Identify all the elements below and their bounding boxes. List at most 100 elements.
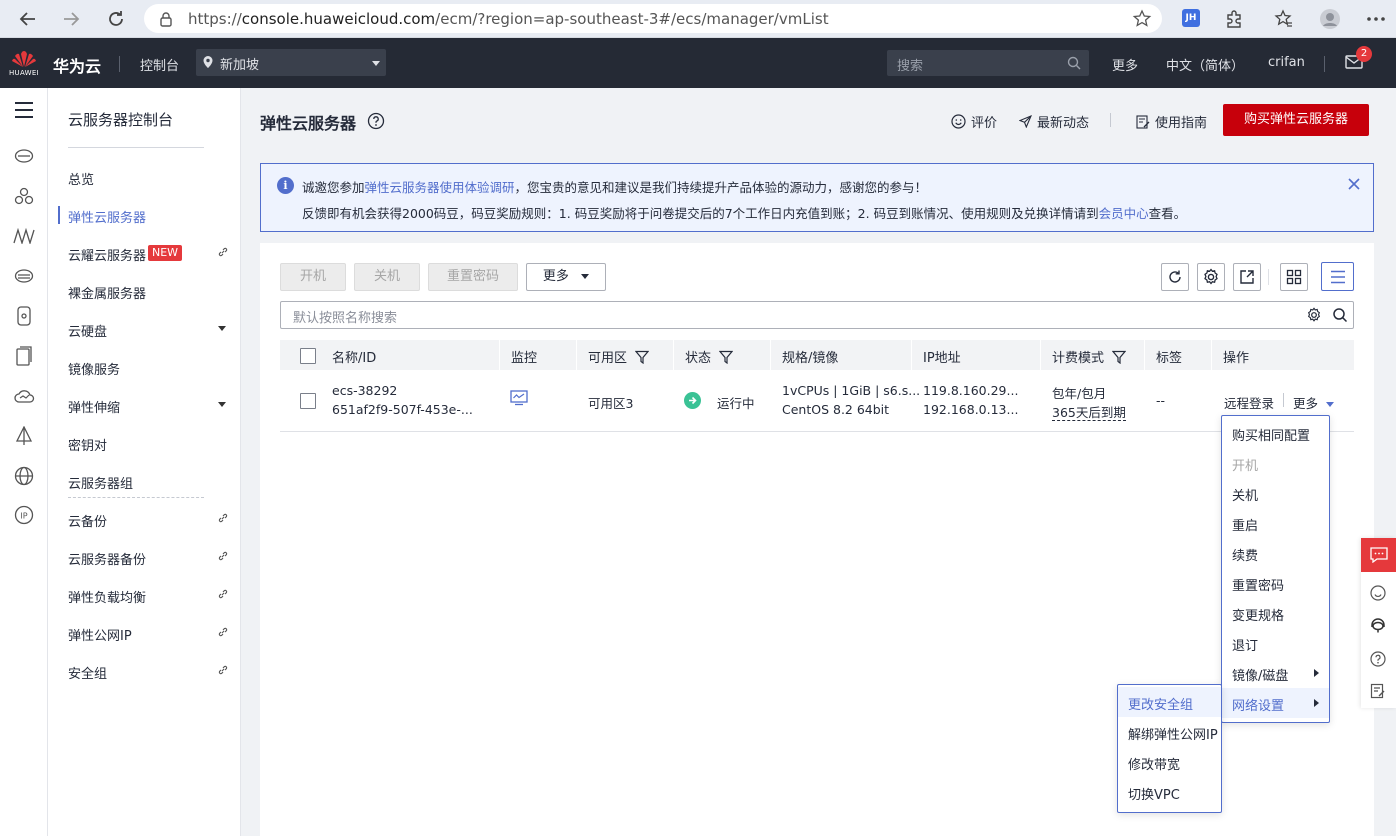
member-center-link[interactable]: 会员中心 <box>1099 206 1149 221</box>
menu-item-modify-bandwidth[interactable]: 修改带宽 <box>1118 747 1221 777</box>
search-settings-icon[interactable] <box>1306 307 1322 323</box>
table-row: ecs-38292 651af2f9-507f-453e-... 可用区3 运行… <box>280 370 1354 432</box>
divider <box>1324 56 1325 72</box>
cluster-icon[interactable] <box>12 184 36 208</box>
deploy-icon[interactable] <box>12 424 36 448</box>
filter-icon[interactable] <box>719 350 734 364</box>
filter-icon[interactable] <box>1112 350 1127 364</box>
sidebar-item-keypair[interactable]: 密钥对 <box>48 424 241 462</box>
forward-arrow-icon[interactable] <box>59 7 83 31</box>
menu-item-label: 切换VPC <box>1128 788 1180 803</box>
favorite-add-icon[interactable] <box>1132 9 1152 29</box>
region-selector[interactable]: 新加坡 <box>196 49 386 76</box>
brand-name[interactable]: 华为云 <box>53 53 101 77</box>
sidebar-item-eip[interactable]: 弹性公网IP <box>48 614 241 652</box>
guide-link[interactable]: 使用指南 <box>1136 112 1207 131</box>
sidebar-item-security-group[interactable]: 安全组 <box>48 652 241 690</box>
menu-item-unbind-eip[interactable]: 解绑弹性公网IP <box>1118 717 1221 747</box>
user-menu[interactable]: crifan <box>1268 55 1305 70</box>
cloud-server-icon[interactable] <box>12 144 36 168</box>
nav-more-link[interactable]: 更多 <box>1112 55 1138 74</box>
select-all-checkbox[interactable] <box>300 348 316 364</box>
list-view-button[interactable] <box>1321 262 1354 291</box>
menu-item-stop[interactable]: 关机 <box>1222 478 1329 508</box>
help-question-icon[interactable] <box>1369 650 1387 668</box>
menu-item-start[interactable]: 开机 <box>1222 448 1329 478</box>
more-options-icon[interactable] <box>1364 7 1388 31</box>
refresh-button[interactable] <box>1161 263 1189 291</box>
row-more-button[interactable]: 更多 <box>1293 393 1334 412</box>
sidebar-item-hecs[interactable]: 云耀云服务器 NEW <box>48 234 241 272</box>
chat-icon[interactable] <box>1361 538 1396 572</box>
ip-address-icon[interactable]: IP <box>12 503 36 527</box>
instance-search-input[interactable]: 默认按照名称搜索 <box>280 301 1354 329</box>
sidebar-item-as[interactable]: 弹性伸缩 <box>48 386 241 424</box>
instance-name-link[interactable]: ecs-38292 <box>332 383 397 398</box>
customer-service-icon[interactable] <box>1369 617 1387 635</box>
favorites-icon[interactable] <box>1272 7 1296 31</box>
menu-item-reset-password[interactable]: 重置密码 <box>1222 568 1329 598</box>
sidebar-item-server-group[interactable]: 云服务器组 <box>48 462 241 500</box>
address-bar[interactable]: https://console.huaweicloud.com/ecm/?reg… <box>144 4 1162 33</box>
sidebar-item-evs[interactable]: 云硬盘 <box>48 310 241 348</box>
menu-item-buy-same[interactable]: 购买相同配置 <box>1222 418 1329 448</box>
external-link-icon <box>218 665 228 675</box>
network-icon[interactable] <box>12 224 36 248</box>
export-button[interactable] <box>1233 263 1261 291</box>
menu-item-switch-vpc[interactable]: 切换VPC <box>1118 777 1221 807</box>
menu-item-unsubscribe[interactable]: 退订 <box>1222 628 1329 658</box>
document-service-icon[interactable] <box>12 344 36 368</box>
rate-link[interactable]: 评价 <box>951 112 997 131</box>
sidebar-item-ims[interactable]: 镜像服务 <box>48 348 241 386</box>
huawei-logo[interactable]: HUAWEI <box>0 38 48 88</box>
settings-button[interactable] <box>1197 263 1225 291</box>
globe-icon[interactable] <box>12 464 36 488</box>
back-arrow-icon[interactable] <box>16 7 40 31</box>
database-icon[interactable] <box>12 304 36 328</box>
avatar[interactable] <box>1318 7 1342 31</box>
sidebar-item-ecs[interactable]: 弹性云服务器 <box>48 196 241 234</box>
column-divider <box>499 340 500 370</box>
buy-ecs-button[interactable]: 购买弹性云服务器 <box>1223 104 1369 136</box>
news-link[interactable]: 最新动态 <box>1019 112 1089 131</box>
sidebar-item-overview[interactable]: 总览 <box>48 158 241 196</box>
extensions-icon[interactable] <box>1222 7 1246 31</box>
stop-button[interactable]: 关机 <box>354 263 420 291</box>
global-search-input[interactable]: 搜索 <box>887 50 1089 76</box>
menu-item-renew[interactable]: 续费 <box>1222 538 1329 568</box>
close-icon[interactable] <box>1347 177 1361 191</box>
menu-item-change-security-group[interactable]: 更改安全组 <box>1118 687 1221 717</box>
search-icon[interactable] <box>1067 56 1081 70</box>
storage-icon[interactable] <box>12 264 36 288</box>
reset-password-button[interactable]: 重置密码 <box>428 263 518 291</box>
feedback-smile-icon[interactable] <box>1369 584 1387 602</box>
external-link-icon <box>218 513 228 523</box>
monitor-chart-icon[interactable] <box>510 390 528 406</box>
menu-item-network-settings[interactable]: 网络设置 <box>1222 688 1329 718</box>
more-actions-button[interactable]: 更多 <box>526 263 606 291</box>
hamburger-menu-icon[interactable] <box>12 98 36 122</box>
sidebar-item-label: 弹性云服务器 <box>68 211 147 226</box>
survey-link[interactable]: 弹性云服务器使用体验调研 <box>365 180 515 195</box>
profile-extension-icon[interactable]: JH <box>1182 9 1200 27</box>
remote-login-link[interactable]: 远程登录 <box>1224 393 1274 412</box>
reload-icon[interactable] <box>104 7 128 31</box>
feedback-edit-icon[interactable] <box>1369 682 1387 700</box>
sidebar-item-bms[interactable]: 裸金属服务器 <box>48 272 241 310</box>
row-checkbox[interactable] <box>300 393 316 409</box>
menu-item-restart[interactable]: 重启 <box>1222 508 1329 538</box>
start-button[interactable]: 开机 <box>280 263 346 291</box>
filter-icon[interactable] <box>635 350 650 364</box>
cloud-monitor-icon[interactable] <box>12 384 36 408</box>
menu-item-image-disk[interactable]: 镜像/磁盘 <box>1222 658 1329 688</box>
sidebar-item-elb[interactable]: 弹性负载均衡 <box>48 576 241 614</box>
sidebar-item-cbr[interactable]: 云备份 <box>48 500 241 538</box>
search-icon[interactable] <box>1332 307 1348 323</box>
help-question-icon[interactable] <box>367 112 385 130</box>
grid-view-button[interactable] <box>1280 263 1308 291</box>
console-link[interactable]: 控制台 <box>140 55 179 74</box>
public-ip[interactable]: 119.8.160.29... <box>923 383 1018 398</box>
sidebar-item-server-backup[interactable]: 云服务器备份 <box>48 538 241 576</box>
language-selector[interactable]: 中文（简体） <box>1166 55 1244 74</box>
menu-item-change-spec[interactable]: 变更规格 <box>1222 598 1329 628</box>
